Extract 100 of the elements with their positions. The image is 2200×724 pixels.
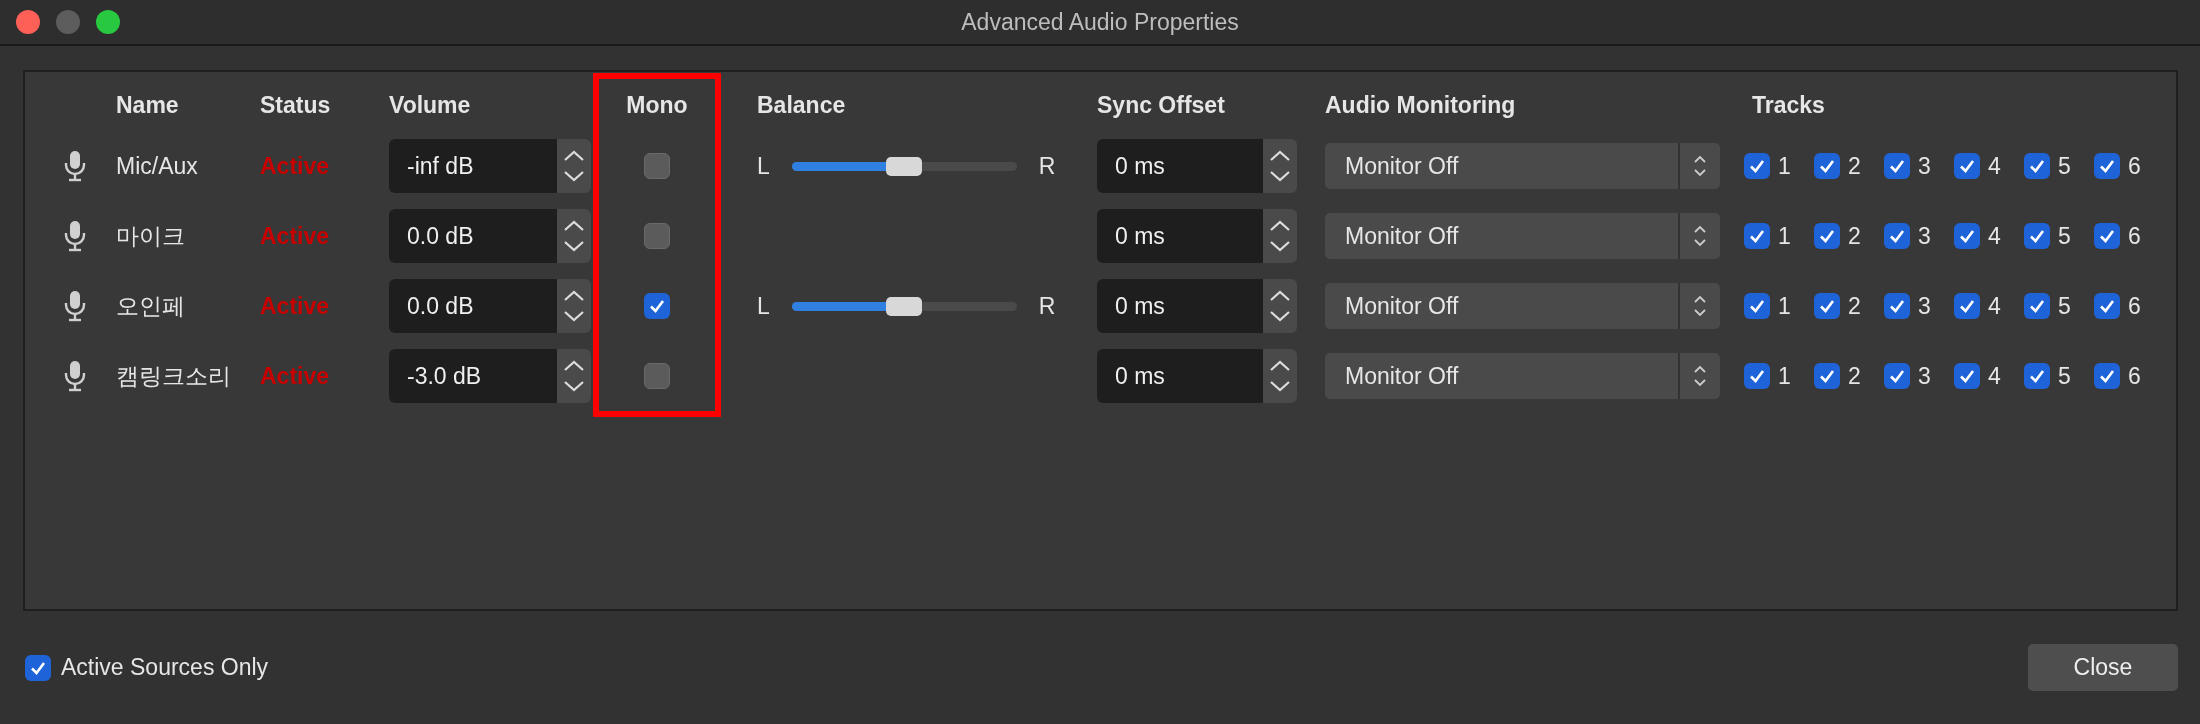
track-label: 4 — [1988, 152, 2001, 180]
volume-field[interactable]: 0.0 dB — [389, 279, 557, 333]
sync-offset-field[interactable]: 0 ms — [1097, 209, 1263, 263]
column-header: Audio Monitoring — [1325, 91, 1516, 119]
close-button[interactable]: Close — [2028, 644, 2178, 691]
window-title: Advanced Audio Properties — [961, 8, 1239, 36]
stepper-button[interactable] — [557, 139, 591, 193]
chevron-up-icon — [562, 149, 586, 163]
track-label: 2 — [1848, 152, 1861, 180]
stepper-button[interactable] — [1263, 349, 1297, 403]
column-header: Volume — [389, 91, 471, 119]
stepper-button[interactable] — [557, 349, 591, 403]
track-checkbox[interactable] — [1814, 223, 1840, 249]
active-sources-checkbox[interactable] — [25, 654, 51, 681]
chevron-down-icon — [1268, 309, 1292, 323]
track-label: 4 — [1988, 292, 2001, 320]
track-checkbox[interactable] — [1814, 293, 1840, 319]
track-checkbox[interactable] — [1884, 153, 1910, 179]
monitoring-dropdown[interactable]: Monitor Off — [1325, 143, 1720, 189]
track-label: 5 — [2058, 362, 2071, 390]
status-text: Active — [260, 152, 330, 180]
mono-checkbox[interactable] — [644, 153, 670, 179]
monitoring-dropdown[interactable]: Monitor Off — [1325, 213, 1720, 259]
track-label: 5 — [2058, 222, 2071, 250]
track-checkbox[interactable] — [2094, 223, 2120, 249]
track-label: 1 — [1778, 292, 1791, 320]
sync-offset-field[interactable]: 0 ms — [1097, 279, 1263, 333]
volume-field[interactable]: 0.0 dB — [389, 209, 557, 263]
chevron-down-icon — [562, 309, 586, 323]
mono-checkbox[interactable] — [644, 223, 670, 249]
left-label: L — [757, 292, 770, 320]
chevron-down-icon — [1268, 239, 1292, 253]
column-header: Balance — [757, 91, 846, 119]
track-label: 3 — [1918, 362, 1931, 390]
zoom-window-icon[interactable] — [96, 10, 120, 34]
chevron-up-icon — [1268, 359, 1292, 373]
volume-field[interactable]: -inf dB — [389, 139, 557, 193]
chevron-up-icon — [1268, 149, 1292, 163]
track-checkbox[interactable] — [1814, 363, 1840, 389]
track-checkbox[interactable] — [2024, 293, 2050, 319]
balance-slider[interactable] — [791, 296, 1017, 316]
track-checkbox[interactable] — [2094, 293, 2120, 319]
checkbox-label: Active Sources Only — [61, 654, 269, 681]
track-label: 1 — [1778, 362, 1791, 390]
track-label: 2 — [1848, 222, 1861, 250]
track-checkbox[interactable] — [1884, 293, 1910, 319]
chevron-down-icon — [562, 239, 586, 253]
track-checkbox[interactable] — [1744, 153, 1770, 179]
track-checkbox[interactable] — [1954, 223, 1980, 249]
column-header: Status — [260, 91, 331, 119]
status-text: Active — [260, 362, 330, 390]
chevron-up-icon — [562, 219, 586, 233]
right-label: R — [1038, 292, 1056, 320]
mono-checkbox[interactable] — [644, 293, 670, 319]
balance-slider[interactable] — [791, 156, 1017, 176]
chevron-up-icon — [1268, 289, 1292, 303]
track-checkbox[interactable] — [1744, 293, 1770, 319]
track-label: 6 — [2128, 152, 2141, 180]
column-header: Sync Offset — [1097, 91, 1225, 119]
right-label: R — [1038, 152, 1056, 180]
track-checkbox[interactable] — [1954, 363, 1980, 389]
monitoring-dropdown[interactable]: Monitor Off — [1325, 353, 1720, 399]
column-header: Name — [116, 91, 179, 119]
track-checkbox[interactable] — [1744, 223, 1770, 249]
chevron-down-icon — [1268, 169, 1292, 183]
column-header: Tracks — [1752, 91, 1825, 119]
track-checkbox[interactable] — [1814, 153, 1840, 179]
track-checkbox[interactable] — [2094, 363, 2120, 389]
track-checkbox[interactable] — [2024, 223, 2050, 249]
stepper-button[interactable] — [1263, 209, 1297, 263]
track-label: 2 — [1848, 292, 1861, 320]
track-checkbox[interactable] — [1884, 363, 1910, 389]
track-checkbox[interactable] — [2024, 363, 2050, 389]
sync-offset-field[interactable]: 0 ms — [1097, 349, 1263, 403]
stepper-button[interactable] — [557, 209, 591, 263]
mono-checkbox[interactable] — [644, 363, 670, 389]
volume-field[interactable]: -3.0 dB — [389, 349, 557, 403]
chevron-up-icon — [562, 289, 586, 303]
stepper-button[interactable] — [557, 279, 591, 333]
track-checkbox[interactable] — [1954, 293, 1980, 319]
stepper-button[interactable] — [1263, 279, 1297, 333]
close-window-icon[interactable] — [16, 10, 40, 34]
track-label: 6 — [2128, 222, 2141, 250]
stepper-button[interactable] — [1263, 139, 1297, 193]
track-label: 1 — [1778, 222, 1791, 250]
microphone-icon — [64, 290, 86, 322]
track-checkbox[interactable] — [1954, 153, 1980, 179]
sync-offset-field[interactable]: 0 ms — [1097, 139, 1263, 193]
track-label: 3 — [1918, 222, 1931, 250]
track-checkbox[interactable] — [2024, 153, 2050, 179]
track-label: 5 — [2058, 292, 2071, 320]
source-name: Mic/Aux — [116, 152, 198, 180]
microphone-icon — [64, 150, 86, 182]
track-checkbox[interactable] — [2094, 153, 2120, 179]
track-label: 6 — [2128, 292, 2141, 320]
track-checkbox[interactable] — [1744, 363, 1770, 389]
microphone-icon — [64, 220, 86, 252]
chevron-up-icon — [562, 359, 586, 373]
track-checkbox[interactable] — [1884, 223, 1910, 249]
monitoring-dropdown[interactable]: Monitor Off — [1325, 283, 1720, 329]
